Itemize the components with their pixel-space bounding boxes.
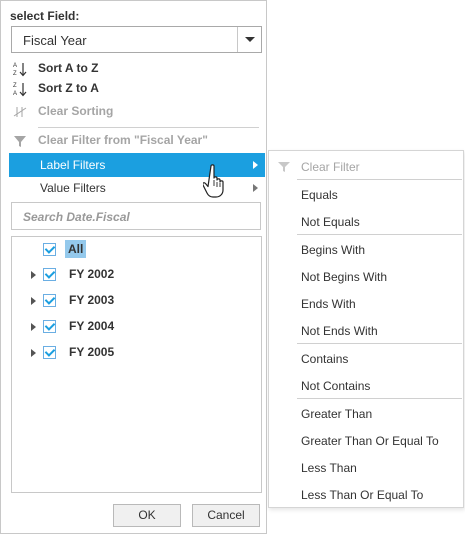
submenu-greater-than-or-equal[interactable]: Greater Than Or Equal To — [301, 434, 439, 448]
divider — [297, 234, 462, 235]
search-placeholder: Search Date.Fiscal — [23, 210, 130, 224]
checkbox[interactable] — [43, 320, 56, 333]
expand-icon[interactable] — [31, 271, 36, 279]
clear-filter-item[interactable]: Clear Filter from "Fiscal Year" — [11, 131, 263, 151]
svg-text:Z: Z — [13, 83, 17, 89]
tree-row[interactable]: FY 2004 — [31, 316, 251, 338]
tree-row[interactable]: FY 2003 — [31, 290, 251, 312]
submenu-less-than-or-equal[interactable]: Less Than Or Equal To — [301, 488, 423, 502]
sort-a-z-icon: A Z — [13, 63, 27, 77]
submenu-not-contains[interactable]: Not Contains — [301, 379, 370, 393]
checkbox-all[interactable] — [43, 243, 56, 256]
tree-label-all: All — [65, 240, 87, 258]
sort-z-a-label: Sort Z to A — [38, 81, 99, 95]
hand-pointer-icon — [203, 164, 224, 198]
sort-a-z-item[interactable]: A Z Sort A to Z — [11, 59, 263, 79]
sort-z-a-icon: Z A — [13, 83, 27, 97]
sort-z-a-item[interactable]: Z A Sort Z to A — [11, 79, 263, 99]
tree-row[interactable]: FY 2002 — [31, 264, 251, 286]
divider — [297, 343, 462, 344]
submenu-ends-with[interactable]: Ends With — [301, 297, 356, 311]
tree-row-all[interactable]: All — [12, 239, 232, 261]
checkbox[interactable] — [43, 294, 56, 307]
value-filters-label: Value Filters — [40, 181, 106, 195]
divider — [297, 398, 462, 399]
expand-icon[interactable] — [31, 323, 36, 331]
filter-panel: select Field: Fiscal Year A Z Sort A to … — [0, 0, 267, 534]
chevron-right-icon — [253, 161, 258, 169]
svg-text:A: A — [13, 63, 17, 69]
clear-sort-icon — [13, 107, 27, 117]
tree-label: FY 2002 — [69, 267, 115, 281]
chevron-right-icon — [253, 184, 258, 192]
member-tree: All FY 2002 FY 2003 FY 2004 FY 2005 — [11, 236, 262, 493]
sort-a-z-label: Sort A to Z — [38, 61, 99, 75]
submenu-not-begins-with[interactable]: Not Begins With — [301, 270, 387, 284]
tree-label: FY 2004 — [69, 319, 115, 333]
chevron-down-icon[interactable] — [237, 27, 261, 52]
field-select-value: Fiscal Year — [23, 33, 87, 48]
submenu-less-than[interactable]: Less Than — [301, 461, 357, 475]
search-input[interactable]: Search Date.Fiscal — [11, 202, 261, 230]
submenu-equals[interactable]: Equals — [301, 188, 338, 202]
clear-sorting-label: Clear Sorting — [38, 104, 114, 118]
label-filters-label: Label Filters — [40, 158, 106, 172]
svg-text:Z: Z — [13, 71, 17, 77]
filter-icon — [278, 162, 290, 172]
field-title: select Field: — [10, 9, 80, 23]
tree-row[interactable]: FY 2005 — [31, 342, 251, 364]
expand-icon[interactable] — [31, 297, 36, 305]
checkbox[interactable] — [43, 346, 56, 359]
cancel-button[interactable]: Cancel — [192, 504, 260, 527]
tree-label: FY 2005 — [69, 345, 115, 359]
filter-icon — [14, 136, 26, 147]
divider — [38, 127, 259, 128]
field-select[interactable]: Fiscal Year — [11, 26, 262, 53]
ok-button[interactable]: OK — [113, 504, 181, 527]
submenu-greater-than[interactable]: Greater Than — [301, 407, 372, 421]
submenu-contains[interactable]: Contains — [301, 352, 348, 366]
checkbox[interactable] — [43, 268, 56, 281]
svg-text:A: A — [13, 91, 17, 97]
clear-filter-label: Clear Filter from "Fiscal Year" — [38, 133, 208, 147]
divider — [297, 179, 462, 180]
submenu-not-ends-with[interactable]: Not Ends With — [301, 324, 378, 338]
label-filters-submenu: Clear Filter Equals Not Equals Begins Wi… — [268, 150, 464, 508]
clear-sorting-item[interactable]: Clear Sorting — [11, 102, 263, 122]
tree-label: FY 2003 — [69, 293, 115, 307]
submenu-not-equals[interactable]: Not Equals — [301, 215, 360, 229]
submenu-begins-with[interactable]: Begins With — [301, 243, 365, 257]
submenu-clear-filter[interactable]: Clear Filter — [301, 160, 360, 174]
expand-icon[interactable] — [31, 349, 36, 357]
